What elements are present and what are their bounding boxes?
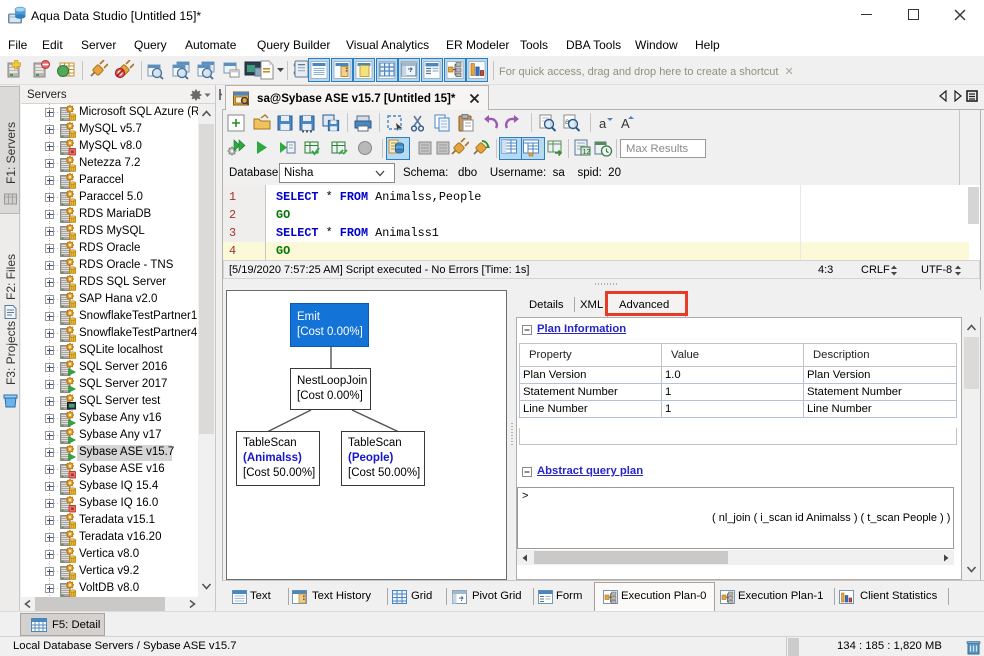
svg-text:12: 12 <box>583 149 591 156</box>
svg-text:A: A <box>621 116 630 131</box>
svg-text:a: a <box>599 116 607 131</box>
